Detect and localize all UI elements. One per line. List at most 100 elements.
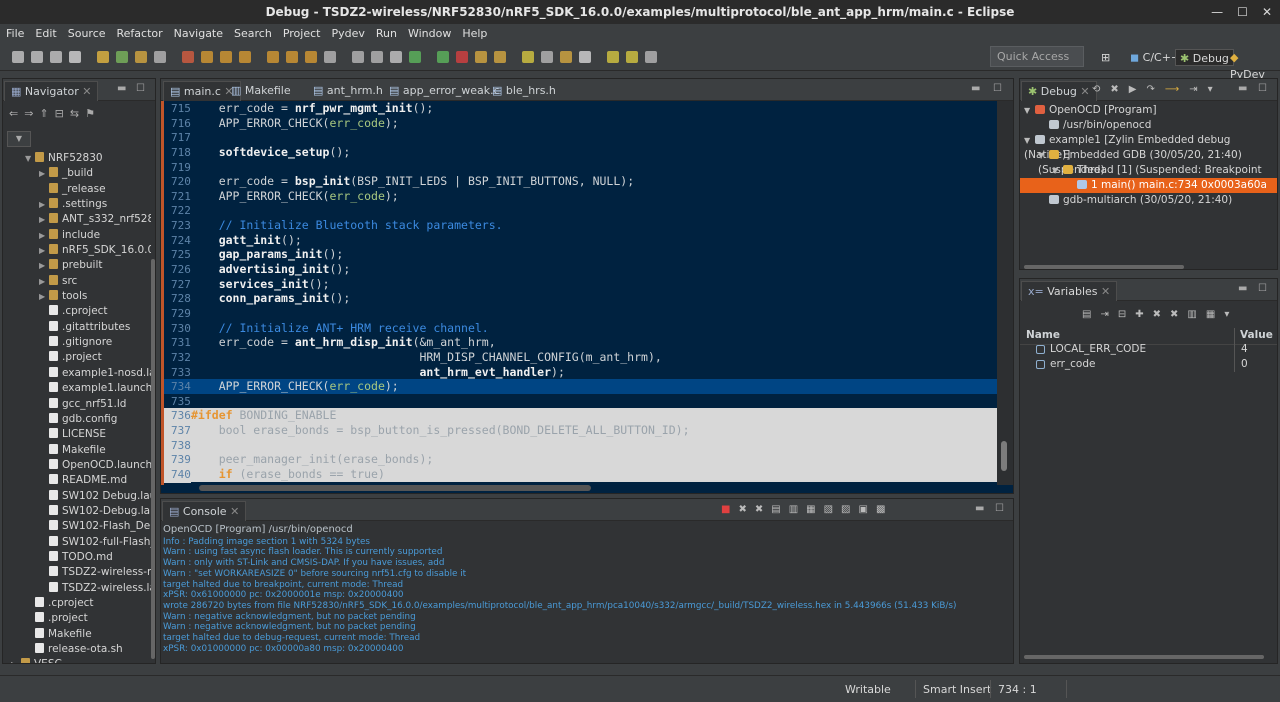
- pin-icon[interactable]: ▦: [1206, 309, 1215, 320]
- menu-edit[interactable]: Edit: [35, 27, 56, 40]
- tab-debug[interactable]: ✱ Debug ✕: [1021, 81, 1097, 101]
- debug-tree-item[interactable]: /usr/bin/openocd: [1020, 118, 1277, 133]
- expand-arrow-icon[interactable]: ▶: [39, 212, 49, 227]
- step-over-icon[interactable]: ↷: [1146, 84, 1154, 95]
- menu-run[interactable]: Run: [376, 27, 397, 40]
- code-line[interactable]: 721 APP_ERROR_CHECK(err_code);: [161, 189, 997, 204]
- tree-item[interactable]: ▶ tools: [3, 289, 151, 304]
- remove-launch-icon[interactable]: ✖: [738, 504, 746, 515]
- close-icon[interactable]: ✕: [1262, 0, 1272, 24]
- show-on-output-icon[interactable]: ▧: [824, 504, 833, 515]
- minimize-icon[interactable]: ▬: [975, 503, 984, 514]
- code-line[interactable]: 733 ant_hrm_evt_handler);: [161, 365, 997, 380]
- tree-item[interactable]: OpenOCD.launch: [3, 458, 151, 473]
- editor-tab[interactable]: ▥ Makefile: [225, 81, 297, 101]
- toolbar-button-2[interactable]: [31, 51, 43, 63]
- expand-arrow-icon[interactable]: ▶: [11, 657, 21, 663]
- editor-tab[interactable]: ▤ ble_hrs.h: [486, 81, 562, 101]
- console-output[interactable]: OpenOCD [Program] /usr/bin/openocd Info …: [161, 521, 1011, 661]
- editor-hscrollbar[interactable]: [199, 485, 591, 491]
- tree-item[interactable]: example1-nosd.launch: [3, 366, 151, 381]
- code-line[interactable]: 719: [161, 160, 997, 175]
- editor-tab[interactable]: ▤ ant_hrm.h: [307, 81, 389, 101]
- tree-item[interactable]: ▶ nRF5_SDK_16.0.0: [3, 243, 151, 258]
- maximize-icon[interactable]: ☐: [993, 83, 1002, 94]
- menu-navigate[interactable]: Navigate: [174, 27, 223, 40]
- toolbar-button-7[interactable]: [135, 51, 147, 63]
- status-insert-mode[interactable]: Smart Insert: [923, 683, 991, 696]
- toolbar-button-27[interactable]: [560, 51, 572, 63]
- expand-arrow-icon[interactable]: ▶: [39, 258, 49, 273]
- tree-item[interactable]: .gitattributes: [3, 320, 151, 335]
- code-line[interactable]: 718 softdevice_setup();: [161, 145, 997, 160]
- tree-item[interactable]: SW102-Debug.launch: [3, 504, 151, 519]
- menu-file[interactable]: File: [6, 27, 24, 40]
- toolbar-button-31[interactable]: [645, 51, 657, 63]
- column-value[interactable]: Value: [1240, 329, 1273, 341]
- maximize-icon[interactable]: ☐: [1258, 83, 1267, 94]
- tree-item[interactable]: .gitignore: [3, 335, 151, 350]
- code-line[interactable]: 720 err_code = bsp_init(BSP_INIT_LEDS | …: [161, 174, 997, 189]
- code-line[interactable]: 738: [161, 437, 997, 454]
- clear-console-icon[interactable]: ▤: [771, 504, 780, 515]
- quick-access-input[interactable]: Quick Access: [990, 46, 1084, 67]
- code-line[interactable]: 725 gap_params_init();: [161, 247, 997, 262]
- toolbar-button-10[interactable]: [201, 51, 213, 63]
- tree-item[interactable]: gdb.config: [3, 412, 151, 427]
- terminate-icon[interactable]: ■: [721, 504, 730, 515]
- up-icon[interactable]: ⇑: [39, 107, 48, 120]
- menu-project[interactable]: Project: [283, 27, 321, 40]
- toolbar-button-24[interactable]: [494, 51, 506, 63]
- code-area[interactable]: 715 err_code = nrf_pwr_mgmt_init(); 716 A…: [161, 101, 997, 485]
- tree-item[interactable]: ▶ include: [3, 228, 151, 243]
- tree-item[interactable]: README.md: [3, 473, 151, 488]
- tree-item[interactable]: SW102-Flash_Debug: [3, 519, 151, 534]
- minimize-icon[interactable]: —: [1211, 0, 1223, 24]
- toolbar-button-5[interactable]: [97, 51, 109, 63]
- step-return-icon[interactable]: ⟶: [1165, 84, 1179, 95]
- tree-item[interactable]: SW102 Debug.launch: [3, 489, 151, 504]
- code-line[interactable]: 739 peer_manager_init(erase_bonds);: [161, 452, 997, 468]
- code-line[interactable]: 729: [161, 306, 997, 321]
- code-line[interactable]: 724 gatt_init();: [161, 233, 997, 248]
- code-line[interactable]: 735: [161, 394, 997, 409]
- maximize-icon[interactable]: ☐: [995, 503, 1004, 514]
- toolbar-button-17[interactable]: [352, 51, 364, 63]
- variables-hscrollbar[interactable]: [1024, 655, 1264, 659]
- code-line[interactable]: 716 APP_ERROR_CHECK(err_code);: [161, 116, 997, 131]
- expand-arrow-icon[interactable]: ▼: [1052, 163, 1063, 178]
- new-console-icon[interactable]: ▩: [876, 504, 885, 515]
- view-menu-icon[interactable]: ⚑: [85, 107, 95, 120]
- debug-tree-item[interactable]: gdb-multiarch (30/05/20, 21:40): [1020, 193, 1277, 208]
- tree-item[interactable]: example1.launch: [3, 381, 151, 396]
- drop-to-frame-icon[interactable]: ⇥: [1189, 84, 1197, 95]
- pin-console-icon[interactable]: ▨: [841, 504, 850, 515]
- code-line[interactable]: 731 err_code = ant_hrm_disp_init(&m_ant_…: [161, 335, 997, 350]
- code-line[interactable]: 736#ifdef BONDING_ENABLE: [161, 408, 997, 425]
- expand-arrow-icon[interactable]: ▶: [39, 197, 49, 212]
- code-line[interactable]: 727 services_init();: [161, 277, 997, 292]
- view-menu-icon[interactable]: ▾: [1208, 84, 1213, 95]
- tree-item[interactable]: .project: [3, 350, 151, 365]
- add-global-icon[interactable]: ✚: [1135, 309, 1143, 320]
- tree-item[interactable]: Makefile: [3, 627, 151, 642]
- expand-arrow-icon[interactable]: ▼: [25, 151, 35, 166]
- tree-item[interactable]: LICENSE: [3, 427, 151, 442]
- display-console-icon[interactable]: ▣: [859, 504, 868, 515]
- expand-arrow-icon[interactable]: ▶: [39, 274, 49, 289]
- code-line[interactable]: 734 APP_ERROR_CHECK(err_code);: [161, 379, 997, 394]
- toolbar-button-28[interactable]: [579, 51, 591, 63]
- toolbar-button-14[interactable]: [286, 51, 298, 63]
- tree-item[interactable]: release-ota.sh: [3, 642, 151, 657]
- toolbar-button-18[interactable]: [371, 51, 383, 63]
- tree-item[interactable]: ▶ ANT_s332_nrf52832: [3, 212, 151, 227]
- debug-tree-item[interactable]: ▼ example1 [Zylin Embedded debug (Native)…: [1020, 133, 1277, 161]
- toolbar-button-20[interactable]: [409, 51, 421, 63]
- toolbar-button-12[interactable]: [239, 51, 251, 63]
- menu-refactor[interactable]: Refactor: [117, 27, 163, 40]
- tree-item[interactable]: gcc_nrf51.ld: [3, 397, 151, 412]
- tab-navigator[interactable]: ▦ Navigator ✕: [4, 81, 99, 101]
- debug-tree-item[interactable]: ▼ OpenOCD [Program]: [1020, 103, 1277, 118]
- minimize-icon[interactable]: ▬: [971, 83, 980, 94]
- debug-tree-item[interactable]: ▼Embedded GDB (30/05/20, 21:40) (Suspend…: [1020, 148, 1277, 176]
